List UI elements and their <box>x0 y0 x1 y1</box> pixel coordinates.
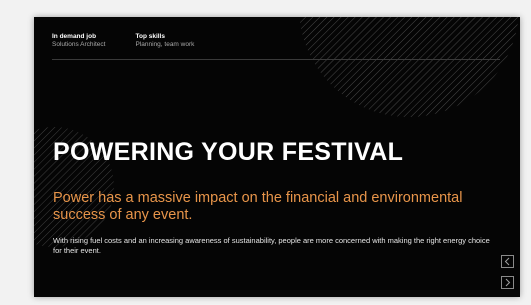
top-skills-value: Planning, team work <box>135 41 195 48</box>
chevron-left-icon <box>504 257 510 266</box>
next-slide-button[interactable] <box>501 276 514 289</box>
previous-slide-button[interactable] <box>501 255 514 268</box>
slide-title: POWERING YOUR FESTIVAL <box>53 138 404 166</box>
slide-header: In demand job Solutions Architect Top sk… <box>52 33 500 60</box>
slide-subtitle: Power has a massive impact on the financ… <box>53 190 463 223</box>
in-demand-job-label: In demand job <box>52 33 97 40</box>
hatched-circle-top-right <box>299 17 519 117</box>
in-demand-job-value: Solutions Architect <box>52 41 106 48</box>
in-demand-job: In demand job Solutions Architect <box>52 33 105 59</box>
top-skills-label: Top skills <box>135 33 165 40</box>
slide-body: With rising fuel costs and an increasing… <box>53 236 490 255</box>
chevron-right-icon <box>505 278 511 287</box>
top-skills: Top skills Planning, team work <box>135 33 194 59</box>
course-slide: In demand job Solutions Architect Top sk… <box>34 17 520 297</box>
